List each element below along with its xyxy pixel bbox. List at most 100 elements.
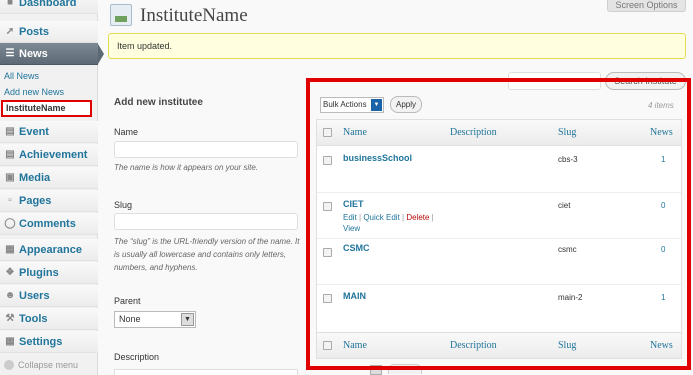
menu-appearance[interactable]: ▦ Appearance <box>0 239 98 261</box>
current-menu-arrow <box>98 44 104 64</box>
menu-achievement[interactable]: ▤ Achievement <box>0 144 98 166</box>
menu-tools-label: Tools <box>19 312 48 325</box>
news-icon: ☰ <box>5 48 15 59</box>
row-slug: csmc <box>558 245 577 254</box>
row-count-link[interactable]: 0 <box>661 201 665 210</box>
column-description[interactable]: Description <box>450 127 497 138</box>
form-heading: Add new institutee <box>114 97 203 108</box>
row-name-link[interactable]: MAIN <box>343 291 366 301</box>
menu-plugins[interactable]: ❖ Plugins <box>0 262 98 284</box>
quick-edit-link[interactable]: Quick Edit <box>363 213 399 222</box>
column-name[interactable]: Name <box>343 340 367 351</box>
submenu-all-news[interactable]: All News <box>4 71 39 81</box>
parent-label: Parent <box>114 296 141 306</box>
screen-options-button[interactable]: Screen Options <box>607 0 686 12</box>
view-link[interactable]: View <box>343 224 360 233</box>
table-row: MAIN main-2 1 <box>317 285 681 332</box>
search-input[interactable] <box>508 72 601 90</box>
menu-comments-label: Comments <box>19 217 76 230</box>
settings-icon: ▦ <box>5 336 15 347</box>
terms-table: Name Description Slug News businessSchoo… <box>316 119 682 359</box>
select-all-checkbox[interactable] <box>323 341 332 350</box>
row-name-link[interactable]: CIET <box>343 199 364 209</box>
table-footer: Name Description Slug News <box>317 332 681 358</box>
name-help-text: The name is how it appears on your site. <box>114 163 259 172</box>
edit-link[interactable]: Edit <box>343 213 357 222</box>
menu-event[interactable]: ▤ Event <box>0 121 98 143</box>
row-slug: ciet <box>558 201 571 210</box>
menu-settings-label: Settings <box>19 335 63 348</box>
achievement-icon: ▤ <box>5 149 15 160</box>
column-slug[interactable]: Slug <box>558 127 576 138</box>
row-checkbox[interactable] <box>323 294 332 303</box>
menu-news-label: News <box>19 47 48 60</box>
menu-settings[interactable]: ▦ Settings <box>0 331 98 353</box>
row-count-link[interactable]: 1 <box>661 293 665 302</box>
row-slug: cbs-3 <box>558 155 578 164</box>
table-row: businessSchool cbs-3 1 <box>317 147 681 193</box>
bulk-actions-value: Bulk Actions <box>323 100 367 109</box>
admin-sidebar: ■ Dashboard ➚ Posts ☰ News All News Add … <box>0 0 98 375</box>
menu-news[interactable]: ☰ News <box>0 43 98 65</box>
menu-event-label: Event <box>19 125 49 138</box>
row-count-link[interactable]: 0 <box>661 245 665 254</box>
event-icon: ▤ <box>5 126 15 137</box>
bulk-actions-select[interactable]: Bulk Actions ▼ <box>320 97 384 113</box>
submenu-institutename[interactable]: InstituteName <box>1 100 92 117</box>
menu-tools[interactable]: ⚒ Tools <box>0 308 98 330</box>
description-label: Description <box>114 352 160 362</box>
delete-link[interactable]: Delete <box>406 213 429 222</box>
row-checkbox[interactable] <box>323 202 332 211</box>
users-icon: ☻ <box>4 290 16 301</box>
menu-media-label: Media <box>19 171 51 184</box>
menu-pages-label: Pages <box>19 194 52 207</box>
collapse-menu-button[interactable]: Collapse menu <box>4 360 78 370</box>
name-label: Name <box>114 127 139 137</box>
update-notice: Item updated. <box>108 33 686 59</box>
item-count: 4 items <box>648 101 674 110</box>
dashboard-icon: ■ <box>6 0 14 8</box>
parent-select[interactable]: None ▼ <box>114 311 196 328</box>
page-title: InstituteName <box>140 5 248 26</box>
row-name-link[interactable]: businessSchool <box>343 153 412 163</box>
column-name[interactable]: Name <box>343 127 367 138</box>
table-row: CIET ciet 0 Edit | Quick Edit | Delete |… <box>317 193 681 239</box>
separator: | <box>429 213 434 222</box>
column-news[interactable]: News <box>650 340 673 351</box>
menu-media[interactable]: ▣ Media <box>0 167 98 189</box>
column-description[interactable]: Description <box>450 340 497 351</box>
chevron-down-icon: ▼ <box>371 99 382 111</box>
menu-posts-label: Posts <box>19 25 49 38</box>
row-checkbox[interactable] <box>323 156 332 165</box>
row-checkbox[interactable] <box>323 248 332 257</box>
column-news[interactable]: News <box>650 127 673 138</box>
bulk-actions-bottom-select[interactable] <box>370 365 382 375</box>
apply-bottom-button[interactable] <box>388 364 422 374</box>
row-name-link[interactable]: CSMC <box>343 243 370 253</box>
column-slug[interactable]: Slug <box>558 340 576 351</box>
menu-comments[interactable]: ◯ Comments <box>0 213 98 235</box>
menu-plugins-label: Plugins <box>19 266 59 279</box>
select-all-checkbox[interactable] <box>323 128 332 137</box>
row-count-link[interactable]: 1 <box>661 155 665 164</box>
menu-appearance-label: Appearance <box>19 243 82 256</box>
tools-icon: ⚒ <box>5 313 15 324</box>
parent-select-value: None <box>119 314 141 324</box>
pages-icon: ▫ <box>8 195 12 206</box>
plugins-icon: ❖ <box>5 267 15 278</box>
menu-posts[interactable]: ➚ Posts <box>0 21 98 43</box>
submenu-add-new-news[interactable]: Add new News <box>4 87 64 97</box>
row-actions: Edit | Quick Edit | Delete | View <box>343 212 434 234</box>
menu-users[interactable]: ☻ Users <box>0 285 98 307</box>
menu-dashboard[interactable]: ■ Dashboard <box>0 0 98 14</box>
slug-help-text: The “slug” is the URL-friendly version o… <box>114 237 300 272</box>
name-field[interactable] <box>114 141 298 158</box>
menu-pages[interactable]: ▫ Pages <box>0 190 98 212</box>
appearance-icon: ▦ <box>5 244 15 255</box>
table-row: CSMC csmc 0 <box>317 239 681 285</box>
slug-field[interactable] <box>114 213 298 230</box>
pin-icon: ➚ <box>5 26 15 37</box>
search-button[interactable]: Search Institute <box>605 72 686 90</box>
description-field[interactable] <box>114 369 298 375</box>
apply-button[interactable]: Apply <box>390 96 422 113</box>
